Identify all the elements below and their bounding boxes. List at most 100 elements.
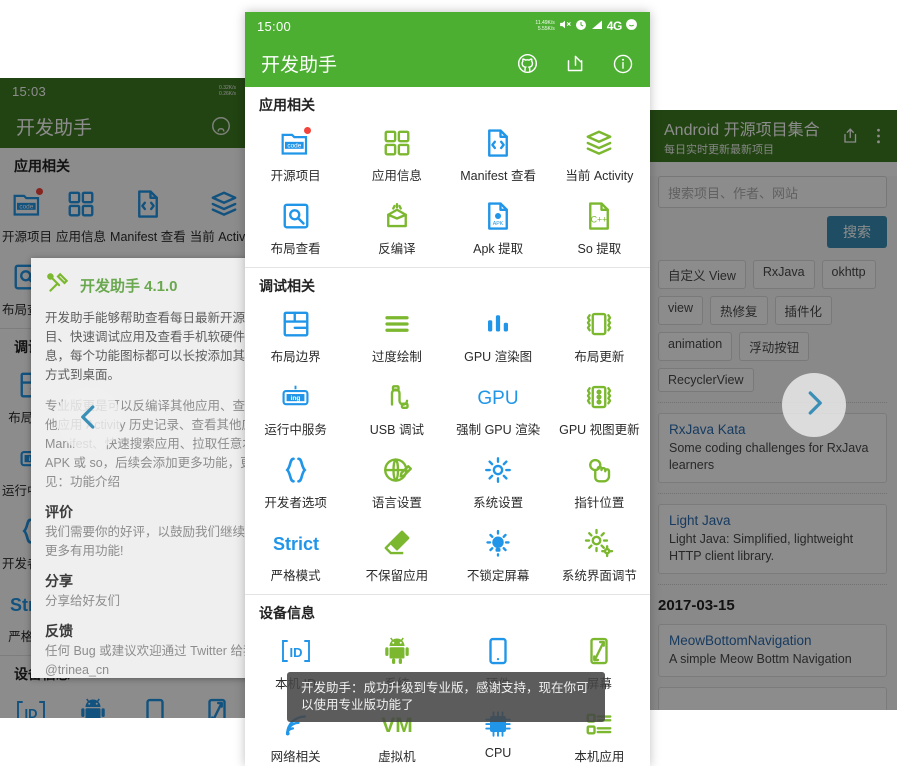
tag-chip[interactable]: RxJava xyxy=(752,260,815,289)
grid-item-不保留应用[interactable]: 不保留应用 xyxy=(346,519,447,592)
share-icon[interactable] xyxy=(565,53,586,74)
cpp-file-icon: C++ xyxy=(584,199,614,233)
about-dialog[interactable]: 开发助手 4.1.0 开发助手能够帮助查看每日最新开源项目、快速调试应用及查看手… xyxy=(31,258,248,678)
svg-text:ID: ID xyxy=(25,706,38,718)
github-icon[interactable] xyxy=(210,115,232,137)
screen-diagonal-icon xyxy=(584,634,614,668)
section-title: 应用相关 xyxy=(259,97,315,113)
grid-item-过度绘制[interactable]: 过度绘制 xyxy=(346,300,447,373)
card-desc: Light Java: Simplified, lightweight HTTP… xyxy=(669,532,854,563)
grid-item-GPU 视图更新[interactable]: GPU 视图更新 xyxy=(549,373,650,446)
globe-pen-icon xyxy=(382,453,412,487)
search-input[interactable]: 搜索项目、作者、网站 xyxy=(658,176,887,208)
grid-item-屏幕[interactable]: 屏幕 xyxy=(186,688,248,718)
grid-item-label: 布局边界 xyxy=(270,350,321,364)
dialog-title: 开发助手 4.1.0 xyxy=(80,278,178,295)
center-phone: 15:00 11.49K/s 5.55K/s 4G 开发助手 应用相关 code… xyxy=(245,12,650,766)
grid-item-应用信息[interactable]: 应用信息 xyxy=(346,119,447,192)
project-card[interactable]: Light Java Light Java: Simplified, light… xyxy=(658,504,887,574)
tag-chip[interactable]: 浮动按钮 xyxy=(739,332,810,361)
grid-item-硬件[interactable]: 硬件 xyxy=(124,688,186,718)
project-card[interactable]: RxJava Kata Some coding challenges for R… xyxy=(658,413,887,483)
grid-item-开源项目[interactable]: code 开源项目 xyxy=(245,119,346,192)
grid-item-指针位置[interactable]: 指针位置 xyxy=(549,446,650,519)
tag-chip[interactable]: 插件化 xyxy=(774,296,833,325)
icon-grid: code 开源项目 应用信息 Manifest 查看 当前 Activity 布局查看 反编… xyxy=(245,119,650,265)
grid-item-强制 GPU 渲染[interactable]: GPU 强制 GPU 渲染 xyxy=(448,373,549,446)
grid-item-label: 严格模式 xyxy=(270,569,321,583)
network-speed: 11.49K/s 5.55K/s xyxy=(535,20,555,32)
grid-item-开发者选项[interactable]: 开发者选项 xyxy=(245,446,346,519)
page-subtitle: 每日实时更新最新项目 xyxy=(664,143,774,156)
grid-item-当前 Activity[interactable]: 当前 Activity xyxy=(549,119,650,192)
grid-item-label: 虚拟机 xyxy=(378,750,416,764)
tag-chip[interactable]: 自定义 View xyxy=(658,260,746,289)
grid-item-开源项目[interactable]: code 开源项目 xyxy=(0,180,54,253)
grid-item-So 提取[interactable]: C++ So 提取 xyxy=(549,192,650,265)
grid-item-Manifest 查看[interactable]: Manifest 查看 xyxy=(448,119,549,192)
grid-item-语言设置[interactable]: 语言设置 xyxy=(346,446,447,519)
dialog-block-body-1: 分享给好友们 xyxy=(45,594,121,608)
grid-item-不锁定屏幕[interactable]: 不锁定屏幕 xyxy=(448,519,549,592)
grid-item-USB 调试[interactable]: USB 调试 xyxy=(346,373,447,446)
icon-grid: 布局边界 过度绘制 GPU 渲染图 布局更新 ing 运行中服务 USB 调试 GPU 强制 G… xyxy=(245,300,650,592)
grid-item-布局边界[interactable]: 布局边界 xyxy=(245,300,346,373)
tag-chip[interactable]: 热修复 xyxy=(710,296,768,325)
grid-item-label: 系统设置 xyxy=(473,496,524,510)
grid-item-布局查看[interactable]: 布局查看 xyxy=(245,192,346,265)
left-phone: 15:03 0.32K/s 0.26K/s 开发助手 应用相关 code 开源项目应… xyxy=(0,78,248,718)
grid-item-当前 Activity[interactable]: 当前 Activity xyxy=(188,180,248,253)
search-button-row: 搜索 xyxy=(658,216,887,248)
grid-item-label: 运行中服务 xyxy=(264,423,327,437)
project-card[interactable] xyxy=(658,687,887,710)
grid-item-Manifest 查看[interactable]: Manifest 查看 xyxy=(108,180,188,253)
svg-text:code: code xyxy=(288,143,302,150)
grid-squares-icon xyxy=(382,126,412,160)
tag-chip[interactable]: animation xyxy=(658,332,733,361)
dialog-block-heading-2: 反馈 xyxy=(45,623,73,639)
next-arrow-button[interactable] xyxy=(782,373,846,437)
section-1: 调试相关布局边界 过度绘制 GPU 渲染图 布局更新 ing 运行中服务 USB 调试 GPU… xyxy=(245,268,650,595)
code-file-icon xyxy=(133,187,163,221)
grid-item-label: GPU 视图更新 xyxy=(559,423,640,437)
tag-chip[interactable]: RecyclerView xyxy=(658,368,754,392)
info-icon[interactable] xyxy=(612,53,634,75)
grid-item-label: Manifest 查看 xyxy=(460,169,536,183)
card-title: MeowBottomNavigation xyxy=(669,633,812,648)
search-button[interactable]: 搜索 xyxy=(827,216,887,248)
grid-item-label: 反编译 xyxy=(378,242,416,256)
bulb-icon xyxy=(483,526,513,560)
grid-item-系统设置[interactable]: 系统设置 xyxy=(448,446,549,519)
braces-icon xyxy=(280,453,312,487)
left-action-icons xyxy=(210,115,232,137)
grid-item-应用信息[interactable]: 应用信息 xyxy=(54,180,108,253)
share-icon[interactable] xyxy=(842,127,860,145)
grid-item-布局更新[interactable]: 布局更新 xyxy=(549,300,650,373)
grid-item-运行中服务[interactable]: ing 运行中服务 xyxy=(245,373,346,446)
center-action-icons xyxy=(516,52,634,75)
overflow-menu-icon[interactable] xyxy=(876,127,881,145)
page-title: Android 开源项目集合 xyxy=(664,121,820,139)
project-card[interactable]: MeowBottomNavigation A simple Meow Bottm… xyxy=(658,624,887,677)
grid-item-系统[interactable]: 系统 xyxy=(62,688,124,718)
grid-item-Apk 提取[interactable]: APK Apk 提取 xyxy=(448,192,549,265)
grid-squares-icon xyxy=(66,187,96,221)
svg-text:C++: C++ xyxy=(591,214,608,224)
layout-refresh-icon xyxy=(584,307,614,341)
tag-chip[interactable]: okhttp xyxy=(821,260,876,289)
prev-arrow-button[interactable] xyxy=(57,387,121,451)
grid-item-本机 ID[interactable]: ID本机 ID xyxy=(0,688,62,718)
android-icon xyxy=(78,695,108,718)
tag-chip[interactable]: view xyxy=(658,296,704,325)
github-icon[interactable] xyxy=(516,52,539,75)
svg-text:APK: APK xyxy=(493,221,504,227)
grid-item-label: 本机应用 xyxy=(574,750,625,764)
grid-item-反编译[interactable]: 反编译 xyxy=(346,192,447,265)
left-action-bar: 开发助手 xyxy=(0,104,248,148)
grid-item-GPU 渲染图[interactable]: GPU 渲染图 xyxy=(448,300,549,373)
grid-item-严格模式[interactable]: Strict 严格模式 xyxy=(245,519,346,592)
grid-item-系统界面调节[interactable]: 系统界面调节 xyxy=(549,519,650,592)
section-title: 设备信息 xyxy=(259,605,315,621)
svg-text:ing: ing xyxy=(291,395,301,402)
grid-item-label: 布局更新 xyxy=(574,350,625,364)
